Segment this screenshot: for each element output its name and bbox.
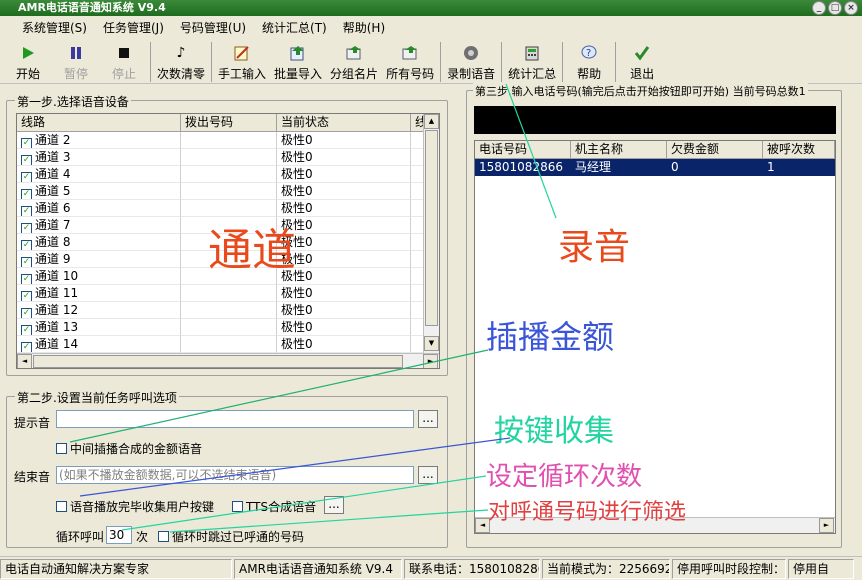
status-contact: 联系电话：15801082866 <box>404 558 540 579</box>
status-extra: 停用自 <box>788 558 854 579</box>
status-bar: 电话自动通知解决方案专家 AMR电话语音通知系统 V9.4 联系电话：15801… <box>0 556 862 580</box>
status-slogan: 电话自动通知解决方案专家 <box>0 558 232 579</box>
status-version: AMR电话语音通知系统 V9.4 <box>234 558 402 579</box>
annotation-arrows <box>69 83 557 533</box>
status-time-control: 停用呼叫时段控制： <box>672 558 786 579</box>
status-mode: 当前模式为：22566921 <box>542 558 670 579</box>
